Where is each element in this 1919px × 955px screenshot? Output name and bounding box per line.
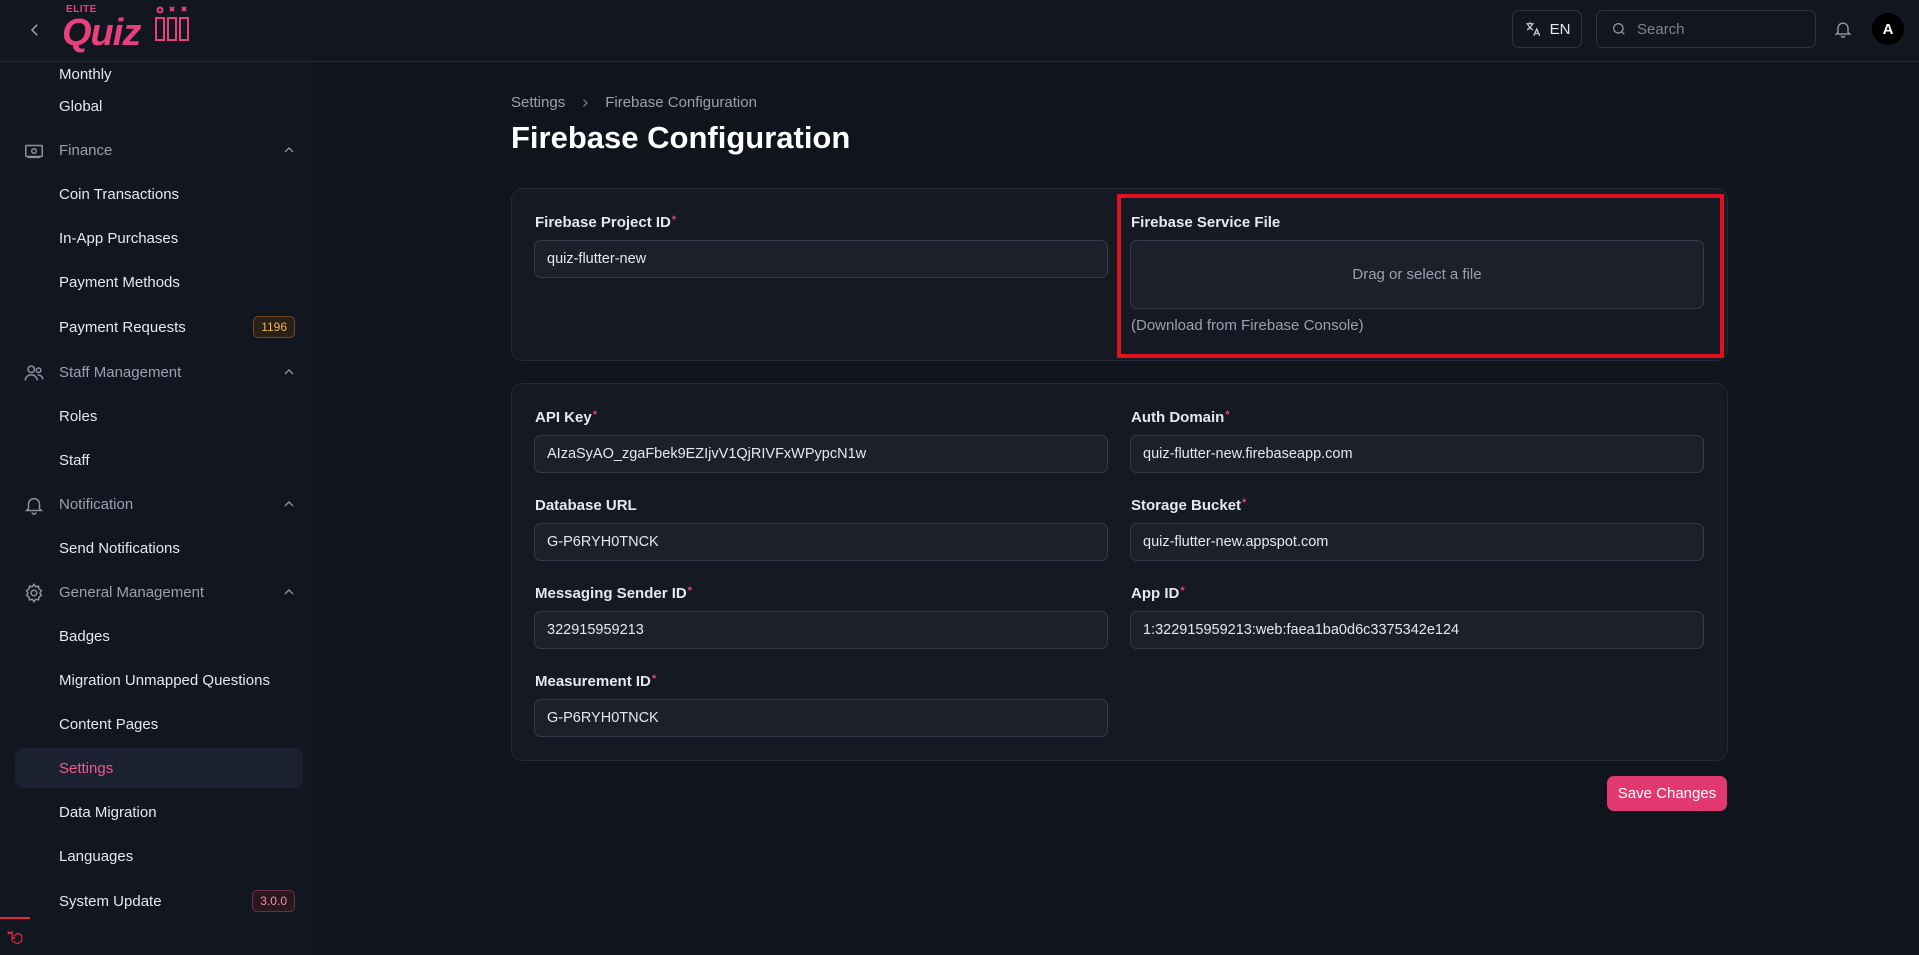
banknote-icon — [25, 144, 43, 159]
user-avatar[interactable]: A — [1872, 13, 1904, 45]
sidebar-item-payment-requests[interactable]: Payment Requests 1196 — [15, 307, 303, 347]
measurement-id-input[interactable] — [534, 699, 1108, 737]
sidebar-item-in-app-purchases[interactable]: In-App Purchases — [15, 218, 303, 258]
logo-trophy-icon — [155, 6, 189, 41]
breadcrumb-settings-link[interactable]: Settings — [511, 94, 565, 111]
search-box[interactable] — [1596, 10, 1816, 48]
search-input[interactable] — [1637, 20, 1797, 38]
sidebar-item-staff[interactable]: Staff — [15, 440, 303, 480]
app-id-input[interactable] — [1130, 611, 1704, 649]
logo-quiz-text: Quiz — [62, 12, 141, 54]
users-icon — [24, 365, 44, 381]
sidebar-item-global[interactable]: Global — [15, 86, 303, 126]
sidebar: Monthly Global Finance Coin Transactions… — [0, 62, 314, 955]
sidebar-item-label: Send Notifications — [59, 539, 180, 557]
database-url-label: Database URL — [535, 497, 637, 514]
sidebar-item-coin-transactions[interactable]: Coin Transactions — [15, 174, 303, 214]
sidebar-item-label: Migration Unmapped Questions — [59, 671, 270, 689]
sidebar-item-badges[interactable]: Badges — [15, 616, 303, 656]
storage-bucket-label: Storage Bucket* — [1131, 497, 1247, 514]
api-key-input[interactable] — [534, 435, 1108, 473]
service-file-helper-text: (Download from Firebase Console) — [1131, 317, 1364, 334]
sidebar-item-label: Staff — [59, 451, 90, 469]
messaging-sender-id-input[interactable] — [534, 611, 1108, 649]
sidebar-item-system-update[interactable]: System Update 3.0.0 — [15, 881, 303, 921]
translate-icon — [1525, 22, 1540, 37]
sidebar-group-finance[interactable]: Finance — [15, 130, 303, 170]
service-file-label: Firebase Service File — [1131, 214, 1281, 231]
back-arrow-icon[interactable] — [22, 17, 48, 43]
version-badge: 3.0.0 — [252, 890, 295, 912]
save-changes-button[interactable]: Save Changes — [1607, 776, 1727, 811]
auth-domain-input[interactable] — [1130, 435, 1704, 473]
sidebar-item-label: In-App Purchases — [59, 229, 179, 247]
notification-bell-icon[interactable] — [1830, 16, 1856, 42]
sidebar-group-general-management[interactable]: General Management — [15, 572, 303, 612]
page-title: Firebase Configuration — [511, 120, 851, 155]
breadcrumb-current: Firebase Configuration — [605, 94, 757, 111]
top-bar: ELITE Quiz EN A — [0, 0, 1919, 62]
project-id-input[interactable] — [534, 240, 1108, 278]
sidebar-group-label: Finance — [59, 141, 113, 159]
sidebar-item-label: Content Pages — [59, 715, 159, 733]
count-badge: 1196 — [253, 316, 295, 338]
app-id-label: App ID* — [1131, 585, 1185, 602]
sidebar-item-content-pages[interactable]: Content Pages — [15, 704, 303, 744]
messaging-sender-id-label: Messaging Sender ID* — [535, 585, 692, 602]
sidebar-group-label: Staff Management — [59, 363, 182, 381]
sidebar-item-settings[interactable]: Settings — [15, 748, 303, 788]
sidebar-item-label: Settings — [59, 759, 114, 777]
sidebar-item-label: Roles — [59, 407, 98, 425]
chevron-up-icon — [284, 589, 294, 595]
sidebar-item-label: Badges — [59, 627, 110, 645]
sidebar-group-label: Notification — [59, 495, 134, 513]
app-logo[interactable]: ELITE Quiz — [62, 2, 192, 54]
sidebar-item-label: Monthly — [59, 65, 112, 83]
sidebar-item-languages[interactable]: Languages — [15, 836, 303, 876]
sidebar-item-label: Data Migration — [59, 803, 157, 821]
sidebar-item-label: Languages — [59, 847, 134, 865]
gear-icon — [25, 583, 43, 603]
sidebar-item-data-migration[interactable]: Data Migration — [15, 792, 303, 832]
sidebar-item-label: Coin Transactions — [59, 185, 180, 203]
sidebar-item-roles[interactable]: Roles — [15, 396, 303, 436]
sidebar-item-label: Payment Requests — [59, 318, 186, 336]
laravel-logo-icon[interactable] — [0, 917, 30, 955]
bell-icon — [24, 497, 44, 515]
search-icon — [1613, 23, 1625, 35]
chevron-right-icon — [583, 98, 588, 107]
chevron-up-icon — [284, 369, 294, 375]
sidebar-item-send-notifications[interactable]: Send Notifications — [15, 528, 303, 568]
sidebar-group-label: General Management — [59, 583, 205, 601]
breadcrumb: Settings Firebase Configuration — [511, 94, 757, 111]
chevron-up-icon — [284, 501, 294, 507]
sidebar-item-migration-unmapped-questions[interactable]: Migration Unmapped Questions — [15, 660, 303, 700]
chevron-up-icon — [284, 147, 294, 153]
project-id-label: Firebase Project ID* — [535, 214, 677, 231]
sidebar-group-staff-management[interactable]: Staff Management — [15, 352, 303, 392]
sidebar-item-payment-methods[interactable]: Payment Methods — [15, 262, 303, 302]
language-switcher[interactable]: EN — [1512, 10, 1582, 48]
auth-domain-label: Auth Domain* — [1131, 409, 1230, 426]
api-key-label: API Key* — [535, 409, 597, 426]
sidebar-item-label: Payment Methods — [59, 273, 180, 291]
language-label: EN — [1549, 20, 1571, 38]
storage-bucket-input[interactable] — [1130, 523, 1704, 561]
sidebar-item-label: System Update — [59, 892, 162, 910]
sidebar-item-label: Global — [59, 97, 103, 115]
database-url-input[interactable] — [534, 523, 1108, 561]
sidebar-group-notification[interactable]: Notification — [15, 484, 303, 524]
service-file-dropzone[interactable]: Drag or select a file — [1130, 240, 1704, 309]
measurement-id-label: Measurement ID* — [535, 673, 657, 690]
dropzone-text: Drag or select a file — [1352, 266, 1482, 283]
